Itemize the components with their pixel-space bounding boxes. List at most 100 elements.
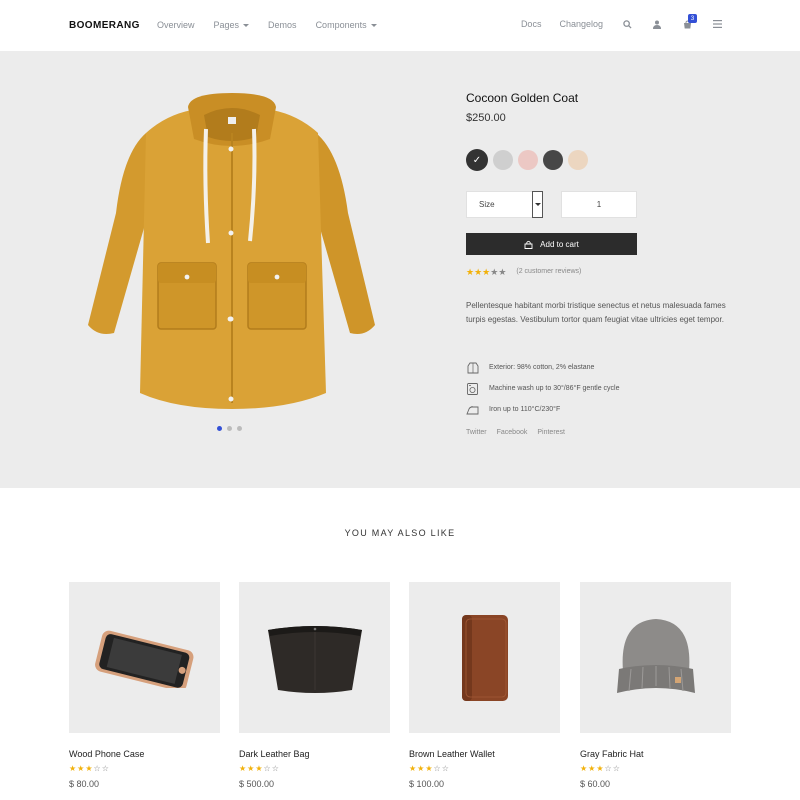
star-icon: ★: [239, 764, 247, 773]
share-facebook[interactable]: Facebook: [497, 429, 528, 436]
related-product-card[interactable]: Gray Fabric Hat ★ ★ ★ ☆ ☆ $ 60.00: [580, 582, 731, 789]
add-to-cart-button[interactable]: Add to cart: [466, 233, 637, 255]
nav-demos[interactable]: Demos: [268, 20, 297, 30]
nav-primary: Overview Pages Demos Components: [157, 20, 396, 30]
star-icon: ★: [85, 764, 93, 773]
nav-overview[interactable]: Overview: [157, 20, 195, 30]
quantity-input[interactable]: 1: [561, 191, 637, 218]
star-icon: ★: [425, 764, 433, 773]
star-icon: ☆: [433, 764, 441, 773]
nav-demos-label: Demos: [268, 20, 297, 30]
gallery-dot[interactable]: [217, 426, 222, 431]
cart-count-badge: 3: [688, 14, 697, 23]
star-icon: ☆: [93, 764, 101, 773]
nav-changelog[interactable]: Changelog: [559, 19, 603, 29]
color-swatch[interactable]: [518, 150, 538, 170]
related-product-name: Brown Leather Wallet: [409, 749, 495, 759]
star-icon: ☆: [101, 764, 109, 773]
nav-pages-dropdown[interactable]: Pages: [214, 20, 250, 30]
product-image-leather-bag: [239, 582, 390, 733]
star-icon: ★: [588, 764, 596, 773]
add-to-cart-label: Add to cart: [540, 239, 579, 249]
product-image-wallet: [409, 582, 560, 733]
size-select[interactable]: Size: [466, 191, 543, 218]
color-swatch[interactable]: [568, 150, 588, 170]
navbar: BOOMERANG Overview Pages Demos Component…: [0, 0, 800, 51]
spec-item: Machine wash up to 30°/86°F gentle cycle: [466, 378, 620, 399]
spec-text: Exterior: 98% cotton, 2% elastane: [489, 364, 595, 371]
related-product-card[interactable]: Dark Leather Bag ★ ★ ★ ☆ ☆ $ 500.00: [239, 582, 390, 789]
related-product-card[interactable]: Brown Leather Wallet ★ ★ ★ ☆ ☆ $ 100.00: [409, 582, 560, 789]
rating-stars: ★ ★ ★ ☆ ☆: [69, 764, 220, 773]
rating-stars: ★ ★ ★ ☆ ☆: [239, 764, 390, 773]
related-product-price: $ 80.00: [69, 779, 100, 789]
caret-down-icon: [370, 23, 377, 27]
user-icon[interactable]: [651, 18, 663, 30]
spec-item: Iron up to 110°C/230°F: [466, 399, 620, 420]
menu-icon[interactable]: [711, 18, 723, 30]
star-icon: ☆: [263, 764, 271, 773]
related-product-name: Dark Leather Bag: [239, 749, 310, 759]
product-image-fabric-hat: [580, 582, 731, 733]
star-icon: ★: [474, 267, 483, 277]
search-icon[interactable]: [621, 18, 633, 30]
share-twitter[interactable]: Twitter: [466, 429, 487, 436]
star-icon: ★: [69, 764, 77, 773]
color-swatch[interactable]: [493, 150, 513, 170]
color-swatch-selected[interactable]: ✓: [466, 149, 488, 171]
bag-icon: [524, 240, 533, 249]
product-description: Pellentesque habitant morbi tristique se…: [466, 301, 726, 324]
reviews-link[interactable]: (2 customer reviews): [516, 268, 581, 275]
star-icon: ★: [498, 267, 507, 277]
gallery-dot[interactable]: [227, 426, 232, 431]
product-rating: ★★★★★ (2 customer reviews): [466, 262, 581, 280]
star-icon: ☆: [441, 764, 449, 773]
color-swatches: ✓: [466, 149, 588, 171]
star-icon: ★: [77, 764, 85, 773]
star-icon: ★: [255, 764, 263, 773]
spec-text: Machine wash up to 30°/86°F gentle cycle: [489, 385, 620, 392]
check-icon: ✓: [472, 154, 482, 166]
star-icon: ★: [417, 764, 425, 773]
star-icon: ☆: [271, 764, 279, 773]
nav-docs[interactable]: Docs: [521, 19, 542, 29]
product-title: Cocoon Golden Coat: [466, 91, 579, 105]
rating-stars: ★★★★★: [466, 262, 506, 280]
related-product-card[interactable]: Wood Phone Case ★ ★ ★ ☆ ☆ $ 80.00: [69, 582, 220, 789]
product-image-phone-case: [69, 582, 220, 733]
gallery-pagination: [217, 426, 242, 431]
cart-icon[interactable]: 3: [681, 14, 697, 30]
color-swatch[interactable]: [543, 150, 563, 170]
related-product-name: Wood Phone Case: [69, 749, 145, 759]
nav-secondary: Docs Changelog 3: [503, 14, 723, 30]
product-image-coat: [88, 93, 376, 414]
spec-item: Exterior: 98% cotton, 2% elastane: [466, 357, 620, 378]
star-icon: ★: [596, 764, 604, 773]
chevron-down-icon[interactable]: [532, 191, 543, 218]
nav-pages-label: Pages: [213, 20, 240, 30]
star-icon: ☆: [604, 764, 612, 773]
star-icon: ★: [247, 764, 255, 773]
related-product-price: $ 100.00: [409, 779, 445, 789]
product-specs: Exterior: 98% cotton, 2% elastane Machin…: [466, 357, 620, 420]
washing-machine-icon: [466, 382, 479, 395]
related-product-price: $ 500.00: [239, 779, 275, 789]
spec-text: Iron up to 110°C/230°F: [489, 406, 561, 413]
star-icon: ★: [580, 764, 588, 773]
shirt-icon: [466, 361, 479, 374]
nav-overview-label: Overview: [157, 20, 195, 30]
product-price: $250.00: [466, 112, 506, 124]
product-detail-section: Cocoon Golden Coat $250.00 ✓ Size 1 Add …: [0, 51, 800, 488]
related-product-price: $ 60.00: [580, 779, 611, 789]
share-pinterest[interactable]: Pinterest: [537, 429, 565, 436]
rating-stars: ★ ★ ★ ☆ ☆: [580, 764, 731, 773]
gallery-dot[interactable]: [237, 426, 242, 431]
caret-down-icon: [243, 23, 250, 27]
related-product-name: Gray Fabric Hat: [580, 749, 644, 759]
brand-logo[interactable]: BOOMERANG: [69, 20, 140, 31]
caret-down-icon: [534, 203, 541, 206]
nav-components-dropdown[interactable]: Components: [316, 20, 377, 30]
star-icon: ★: [466, 267, 475, 277]
star-icon: ☆: [612, 764, 620, 773]
related-heading: YOU MAY ALSO LIKE: [344, 528, 456, 538]
